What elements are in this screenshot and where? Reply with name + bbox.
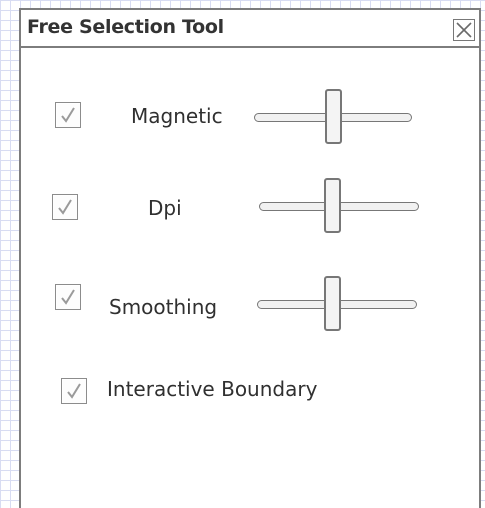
checkmark-icon (61, 107, 75, 123)
title-bar: Free Selection Tool (21, 10, 479, 48)
slider-thumb[interactable] (325, 89, 342, 144)
slider-thumb[interactable] (324, 276, 341, 331)
checkmark-icon (58, 199, 72, 215)
dpi-slider[interactable] (259, 178, 419, 238)
window-title: Free Selection Tool (27, 16, 224, 38)
dpi-checkbox[interactable] (52, 194, 78, 220)
free-selection-tool-window: Free Selection Tool Magnetic Dpi Smoothi… (19, 8, 481, 508)
smoothing-label: Smoothing (109, 295, 218, 319)
smoothing-checkbox[interactable] (55, 284, 81, 310)
magnetic-label: Magnetic (131, 104, 223, 128)
close-button[interactable] (453, 19, 475, 41)
checkmark-icon (67, 383, 81, 399)
close-icon (456, 22, 472, 38)
magnetic-checkbox[interactable] (55, 102, 81, 128)
interactive-boundary-label: Interactive Boundary (107, 377, 318, 401)
checkmark-icon (61, 289, 75, 305)
magnetic-slider[interactable] (254, 89, 412, 149)
dpi-label: Dpi (148, 196, 182, 220)
slider-thumb[interactable] (324, 178, 341, 233)
interactive-boundary-checkbox[interactable] (61, 378, 87, 404)
smoothing-slider[interactable] (257, 276, 417, 336)
